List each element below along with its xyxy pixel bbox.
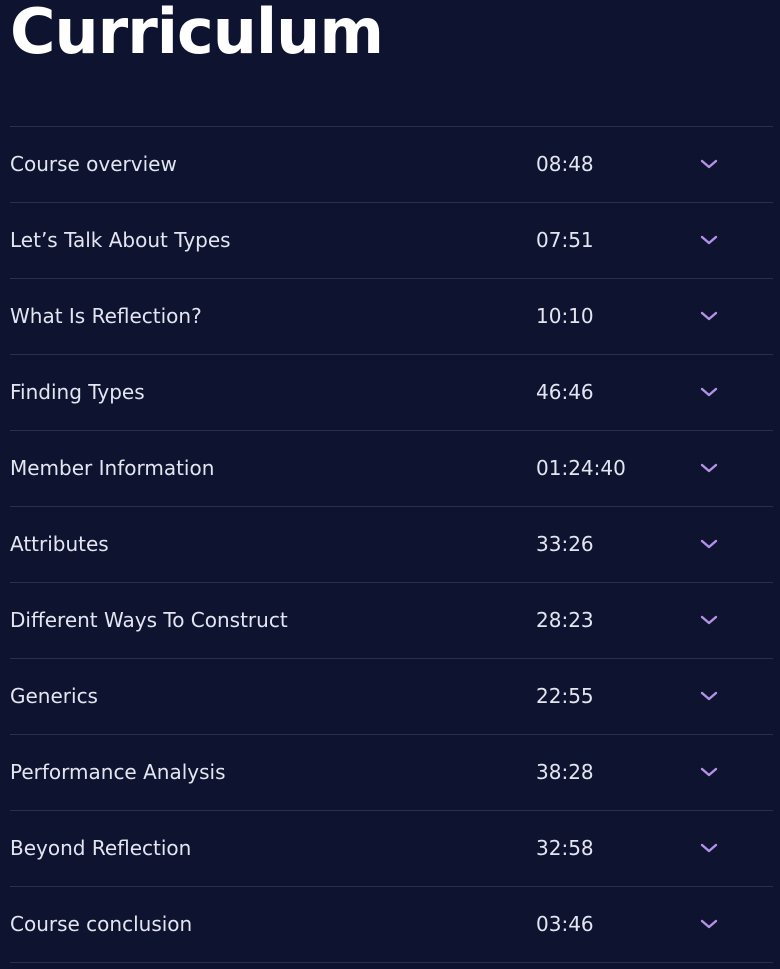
- curriculum-row-beyond-reflection[interactable]: Beyond Reflection 32:58: [10, 811, 773, 887]
- curriculum-row-what-is-reflection[interactable]: What Is Reflection? 10:10: [10, 279, 773, 355]
- chevron-down-icon[interactable]: [699, 536, 719, 552]
- section-title: Course conclusion: [10, 912, 193, 936]
- chevron-down-icon[interactable]: [699, 764, 719, 780]
- section-duration: 03:46: [536, 912, 594, 936]
- section-duration: 07:51: [536, 228, 594, 252]
- section-duration: 08:48: [536, 152, 594, 176]
- section-duration: 46:46: [536, 380, 594, 404]
- section-duration: 28:23: [536, 608, 594, 632]
- curriculum-list: Course overview 08:48 Let’s Talk About T…: [10, 126, 773, 963]
- section-title: Course overview: [10, 152, 177, 176]
- section-title: Attributes: [10, 532, 109, 556]
- curriculum-row-different-ways-to-construct[interactable]: Different Ways To Construct 28:23: [10, 583, 773, 659]
- chevron-down-icon[interactable]: [699, 916, 719, 932]
- section-duration: 01:24:40: [536, 456, 626, 480]
- section-duration: 22:55: [536, 684, 594, 708]
- section-title: Member Information: [10, 456, 215, 480]
- curriculum-row-attributes[interactable]: Attributes 33:26: [10, 507, 773, 583]
- section-duration: 38:28: [536, 760, 594, 784]
- section-duration: 10:10: [536, 304, 594, 328]
- chevron-down-icon[interactable]: [699, 384, 719, 400]
- section-title: Performance Analysis: [10, 760, 226, 784]
- page-title: Curriculum: [10, 0, 384, 68]
- chevron-down-icon[interactable]: [699, 308, 719, 324]
- chevron-down-icon[interactable]: [699, 156, 719, 172]
- curriculum-row-course-conclusion[interactable]: Course conclusion 03:46: [10, 887, 773, 963]
- curriculum-row-finding-types[interactable]: Finding Types 46:46: [10, 355, 773, 431]
- curriculum-page: Curriculum Course overview 08:48 Let’s T…: [0, 0, 780, 969]
- chevron-down-icon[interactable]: [699, 612, 719, 628]
- chevron-down-icon[interactable]: [699, 232, 719, 248]
- section-title: Different Ways To Construct: [10, 608, 288, 632]
- chevron-down-icon[interactable]: [699, 688, 719, 704]
- section-duration: 32:58: [536, 836, 594, 860]
- section-title: Finding Types: [10, 380, 145, 404]
- section-duration: 33:26: [536, 532, 594, 556]
- curriculum-row-performance-analysis[interactable]: Performance Analysis 38:28: [10, 735, 773, 811]
- section-title: What Is Reflection?: [10, 304, 202, 328]
- curriculum-row-generics[interactable]: Generics 22:55: [10, 659, 773, 735]
- section-title: Let’s Talk About Types: [10, 228, 231, 252]
- chevron-down-icon[interactable]: [699, 840, 719, 856]
- curriculum-row-course-overview[interactable]: Course overview 08:48: [10, 127, 773, 203]
- curriculum-row-lets-talk-about-types[interactable]: Let’s Talk About Types 07:51: [10, 203, 773, 279]
- section-title: Beyond Reflection: [10, 836, 192, 860]
- chevron-down-icon[interactable]: [699, 460, 719, 476]
- curriculum-row-member-information[interactable]: Member Information 01:24:40: [10, 431, 773, 507]
- section-title: Generics: [10, 684, 98, 708]
